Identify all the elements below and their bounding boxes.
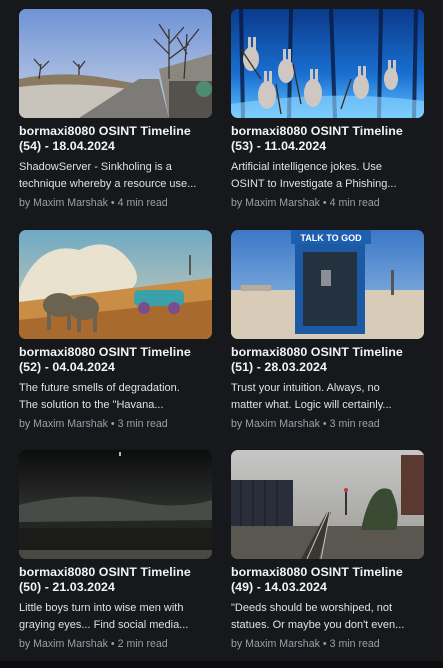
read-time: 2 min read — [117, 638, 168, 650]
author-name: by Maxim Marshak — [19, 197, 108, 209]
excerpt-line: Little boys turn into wise men with — [19, 602, 184, 614]
author-name: by Maxim Marshak — [231, 197, 320, 209]
bottom-bar — [0, 661, 443, 668]
phone-booth-image: TALK TO GOD — [231, 230, 424, 339]
read-time: 3 min read — [329, 418, 380, 430]
read-time: 4 min read — [329, 197, 380, 209]
article-meta: by Maxim Marshak • 2 min read — [19, 638, 213, 650]
article-meta: by Maxim Marshak • 3 min read — [19, 418, 213, 430]
title-line[interactable]: (53) - 11.04.2024 — [231, 139, 425, 154]
rabbit-forest-image — [231, 9, 424, 118]
article-thumbnail[interactable] — [231, 450, 424, 559]
article-card[interactable]: bormaxi8080 OSINT Timeline (52) - 04.04.… — [19, 230, 213, 430]
excerpt-line: ShadowServer - Sinkholing is a — [19, 161, 172, 173]
excerpt-line: statues. Or maybe you don't even... — [231, 619, 405, 631]
title-line[interactable]: bormaxi8080 OSINT Timeline — [19, 565, 213, 580]
article-title[interactable]: bormaxi8080 OSINT Timeline (51) - 28.03.… — [231, 345, 425, 375]
article-excerpt: "Deeds should be worshiped, not statues.… — [231, 600, 425, 634]
meta-separator: • — [110, 197, 115, 209]
article-grid: bormaxi8080 OSINT Timeline (54) - 18.04.… — [0, 0, 443, 668]
article-meta: by Maxim Marshak • 3 min read — [231, 638, 425, 650]
read-time: 3 min read — [117, 418, 168, 430]
railway-image — [231, 450, 424, 559]
article-thumbnail[interactable] — [19, 230, 212, 339]
excerpt-line: The solution to the "Havana... — [19, 399, 164, 411]
article-thumbnail[interactable] — [19, 450, 212, 559]
excerpt-line: OSINT to Investigate a Phishing... — [231, 178, 397, 190]
article-title[interactable]: bormaxi8080 OSINT Timeline (54) - 18.04.… — [19, 124, 213, 154]
title-line[interactable]: (52) - 04.04.2024 — [19, 360, 213, 375]
title-line[interactable]: (50) - 21.03.2024 — [19, 580, 213, 595]
excerpt-line: "Deeds should be worshiped, not — [231, 602, 393, 614]
article-card[interactable]: bormaxi8080 OSINT Timeline (49) - 14.03.… — [231, 450, 425, 650]
article-title[interactable]: bormaxi8080 OSINT Timeline (49) - 14.03.… — [231, 565, 425, 595]
article-meta: by Maxim Marshak • 4 min read — [231, 197, 425, 209]
article-title[interactable]: bormaxi8080 OSINT Timeline (52) - 04.04.… — [19, 345, 213, 375]
article-card[interactable]: bormaxi8080 OSINT Timeline (50) - 21.03.… — [19, 450, 213, 650]
author-name: by Maxim Marshak — [231, 418, 320, 430]
article-card[interactable]: TALK TO GOD bormaxi8080 OSINT Timeline (… — [231, 230, 425, 430]
excerpt-line: Artificial intelligence jokes. Use — [231, 161, 383, 173]
title-line[interactable]: (51) - 28.03.2024 — [231, 360, 425, 375]
dark-landscape-image — [19, 450, 212, 559]
article-card[interactable]: bormaxi8080 OSINT Timeline (53) - 11.04.… — [231, 9, 425, 209]
read-time: 3 min read — [329, 638, 380, 650]
title-line[interactable]: (54) - 18.04.2024 — [19, 139, 213, 154]
title-line[interactable]: bormaxi8080 OSINT Timeline — [231, 345, 425, 360]
article-thumbnail[interactable] — [19, 9, 212, 118]
article-card[interactable]: bormaxi8080 OSINT Timeline (54) - 18.04.… — [19, 9, 213, 209]
article-title[interactable]: bormaxi8080 OSINT Timeline (50) - 21.03.… — [19, 565, 213, 595]
author-name: by Maxim Marshak — [19, 638, 108, 650]
meta-separator: • — [322, 418, 327, 430]
article-excerpt: ShadowServer - Sinkholing is a technique… — [19, 159, 213, 193]
article-excerpt: Artificial intelligence jokes. Use OSINT… — [231, 159, 425, 193]
meta-separator: • — [322, 197, 327, 209]
article-title[interactable]: bormaxi8080 OSINT Timeline (53) - 11.04.… — [231, 124, 425, 154]
title-line[interactable]: bormaxi8080 OSINT Timeline — [231, 124, 425, 139]
title-line[interactable]: bormaxi8080 OSINT Timeline — [19, 124, 213, 139]
article-excerpt: The future smells of degradation. The so… — [19, 380, 213, 414]
article-thumbnail[interactable] — [231, 9, 424, 118]
author-name: by Maxim Marshak — [19, 418, 108, 430]
excerpt-line: Trust your intuition. Always, no — [231, 382, 380, 394]
author-name: by Maxim Marshak — [231, 638, 320, 650]
title-line[interactable]: bormaxi8080 OSINT Timeline — [19, 345, 213, 360]
winter-path-image — [19, 9, 212, 118]
meta-separator: • — [322, 638, 327, 650]
sign-text: TALK TO GOD — [300, 233, 362, 243]
excerpt-line: matter what. Logic will certainly... — [231, 399, 392, 411]
article-excerpt: Little boys turn into wise men with gray… — [19, 600, 213, 634]
title-line[interactable]: bormaxi8080 OSINT Timeline — [231, 565, 425, 580]
read-time: 4 min read — [117, 197, 168, 209]
excerpt-line: graying eyes... Find social media... — [19, 619, 189, 631]
article-meta: by Maxim Marshak • 4 min read — [19, 197, 213, 209]
title-line[interactable]: (49) - 14.03.2024 — [231, 580, 425, 595]
article-meta: by Maxim Marshak • 3 min read — [231, 418, 425, 430]
meta-separator: • — [110, 638, 115, 650]
article-excerpt: Trust your intuition. Always, no matter … — [231, 380, 425, 414]
article-thumbnail[interactable]: TALK TO GOD — [231, 230, 424, 339]
excerpt-line: technique whereby a resource use... — [19, 178, 197, 190]
meta-separator: • — [110, 418, 115, 430]
elephants-desert-image — [19, 230, 212, 339]
excerpt-line: The future smells of degradation. — [19, 382, 180, 394]
